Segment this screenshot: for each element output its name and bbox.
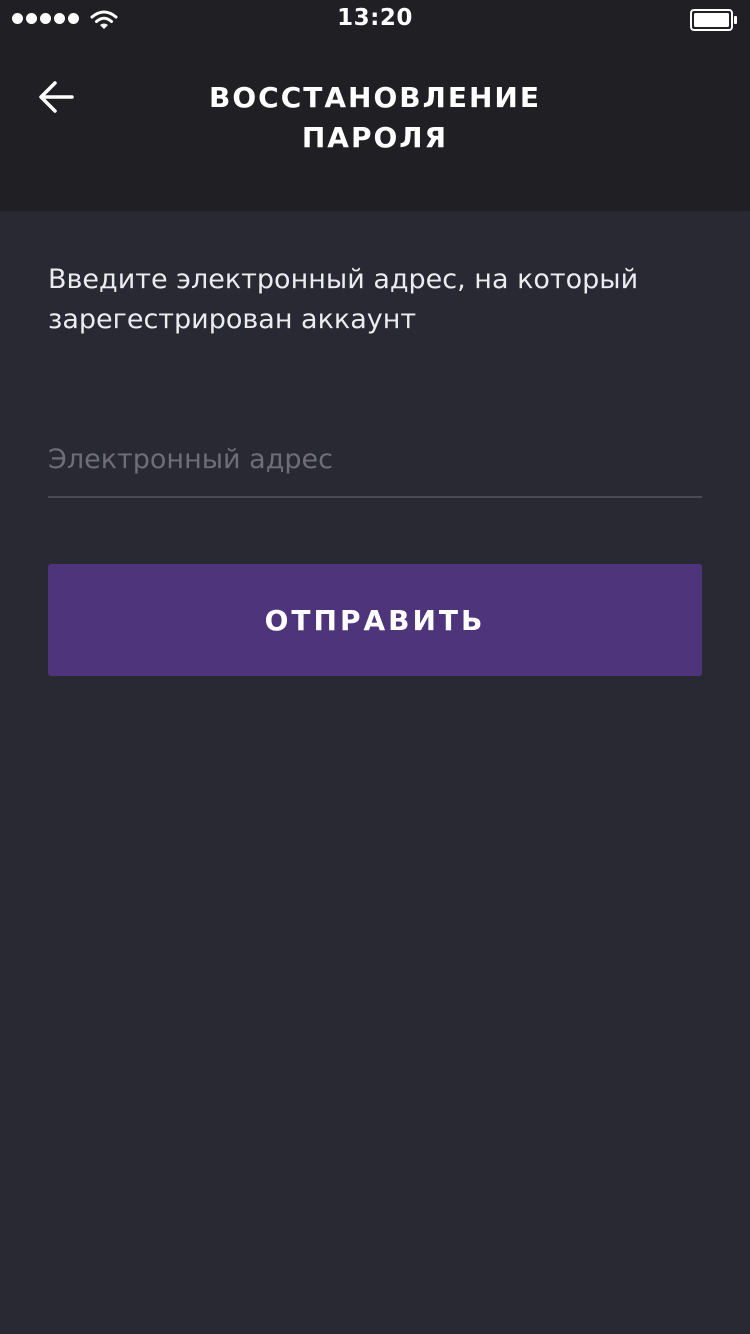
top-bar: 13:20 ВОССТАНОВЛЕНИЕ ПАРОЛЯ [0,0,750,211]
email-input[interactable] [48,430,702,488]
back-button[interactable] [30,72,82,124]
battery-icon [690,9,737,31]
instruction-text: Введите электронный адрес, на который за… [48,264,639,335]
arrow-left-icon [39,81,74,113]
status-time: 13:20 [337,5,413,31]
submit-button[interactable]: ОТПРАВИТЬ [48,564,702,676]
page-title: ВОССТАНОВЛЕНИЕ ПАРОЛЯ [209,81,541,154]
email-field[interactable] [48,430,702,498]
status-bar: 13:20 [0,0,750,40]
